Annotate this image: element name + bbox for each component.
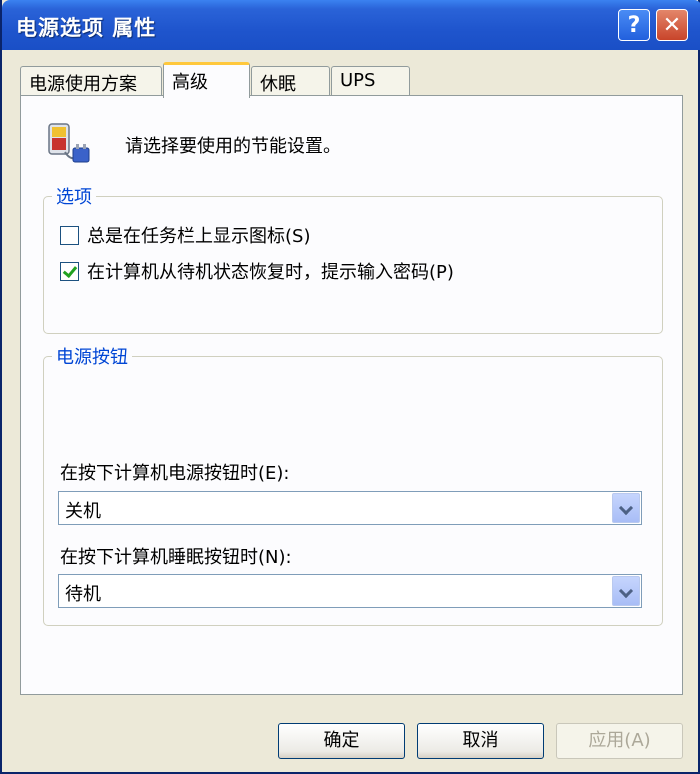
tab-label: 休眠 — [260, 74, 296, 95]
power-button-label: 在按下计算机电源按钮时(E): — [60, 463, 290, 484]
tab-ups[interactable]: UPS — [331, 66, 410, 96]
tab-label: UPS — [340, 70, 376, 91]
cancel-button[interactable]: 取消 — [417, 723, 544, 759]
password-on-resume-label: 在计算机从待机状态恢复时，提示输入密码(P) — [87, 262, 454, 283]
show-tray-icon-checkbox[interactable] — [60, 225, 79, 245]
header-text: 请选择要使用的节能设置。 — [125, 136, 341, 157]
tab-advanced[interactable]: 高级 — [163, 62, 250, 98]
close-button[interactable]: ✕ — [656, 9, 688, 41]
power-options-icon — [48, 123, 90, 163]
show-tray-icon-option[interactable]: 总是在任务栏上显示图标(S) — [60, 222, 310, 248]
apply-button[interactable]: 应用(A) — [556, 723, 683, 759]
options-group: 选项 总是在任务栏上显示图标(S) 在计算机从待机状态恢复时，提示输入密码(P) — [43, 183, 663, 334]
power-options-dialog: 电源选项 属性 ? ✕ 电源使用方案 高级 休眠 UPS 请选择要使用的节能设置… — [0, 0, 700, 774]
sleep-button-action-select[interactable]: 待机 — [58, 574, 642, 608]
power-button-action-select[interactable]: 关机 — [58, 491, 642, 525]
sleep-button-action-value: 待机 — [65, 584, 101, 605]
help-icon: ? — [627, 12, 641, 38]
power-button-action-value: 关机 — [65, 501, 101, 522]
tab-hibernate[interactable]: 休眠 — [251, 66, 330, 96]
help-button[interactable]: ? — [618, 9, 650, 41]
options-group-label: 选项 — [52, 183, 96, 209]
tab-label: 高级 — [172, 72, 208, 93]
tab-label: 电源使用方案 — [29, 74, 137, 95]
sleep-button-label: 在按下计算机睡眠按钮时(N): — [60, 547, 292, 568]
tab-power-schemes[interactable]: 电源使用方案 — [20, 66, 162, 96]
power-buttons-group-label: 电源按钮 — [52, 343, 132, 369]
title-bar[interactable]: 电源选项 属性 ? ✕ — [2, 0, 700, 50]
power-buttons-group: 电源按钮 在按下计算机电源按钮时(E): 关机 在按下计算机睡眠按钮时(N): … — [43, 343, 663, 626]
password-on-resume-option[interactable]: 在计算机从待机状态恢复时，提示输入密码(P) — [60, 258, 454, 284]
advanced-tab-panel: 请选择要使用的节能设置。 选项 总是在任务栏上显示图标(S) 在计算机从待机状态… — [20, 95, 683, 695]
ok-button[interactable]: 确定 — [278, 723, 405, 759]
chevron-down-icon[interactable] — [612, 493, 640, 523]
close-icon: ✕ — [662, 12, 682, 38]
show-tray-icon-label: 总是在任务栏上显示图标(S) — [87, 226, 311, 247]
password-on-resume-checkbox[interactable] — [60, 261, 79, 281]
chevron-down-icon[interactable] — [612, 576, 640, 606]
window-title: 电源选项 属性 — [16, 16, 157, 40]
